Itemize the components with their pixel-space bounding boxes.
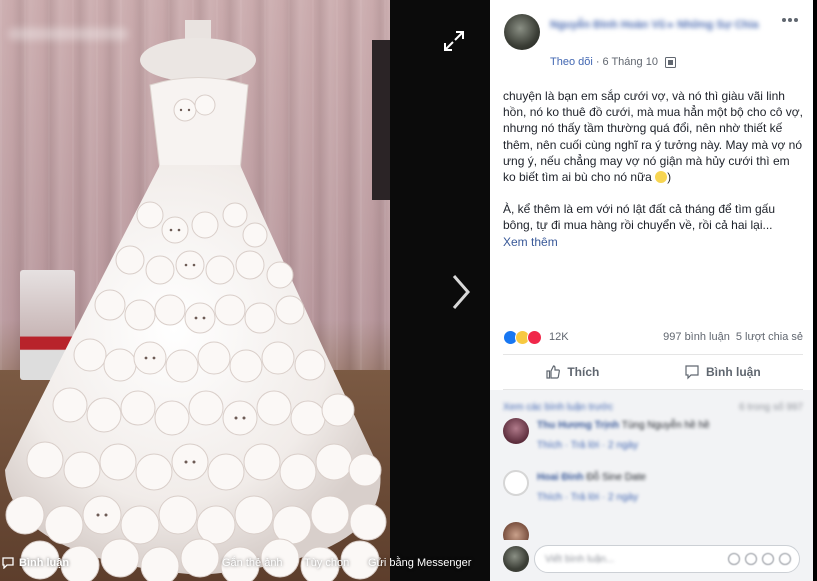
comment-item: Hoai Đinh Đỗ Sine Date Thích · Trả lời ·…	[503, 470, 803, 512]
comment-input-icons	[728, 553, 791, 565]
thumbs-up-icon	[546, 365, 561, 379]
photo[interactable]	[0, 0, 390, 581]
write-comment-bar: Viết bình luận...	[490, 540, 813, 581]
commenter-avatar[interactable]	[503, 470, 529, 496]
meta-separator: ·	[595, 56, 600, 68]
comment-links: Thích · Trả lời · 2 ngày	[537, 440, 639, 451]
current-user-avatar	[503, 546, 529, 572]
follow-link[interactable]: Theo dõi	[550, 56, 593, 68]
comment-bubble: Thu Hương Trịnh Tùng Nguyễn hề hề	[537, 420, 710, 431]
sticker-icon[interactable]	[779, 553, 791, 565]
comment-like-link[interactable]: Thích	[537, 492, 562, 503]
more-options-icon[interactable]	[781, 16, 799, 24]
comment-icon	[2, 557, 14, 569]
comment-time[interactable]: 2 ngày	[608, 440, 638, 451]
author-avatar[interactable]	[504, 14, 540, 50]
reaction-icons[interactable]	[503, 329, 542, 345]
like-label: Thích	[567, 365, 600, 379]
comment-button[interactable]: Bình luận	[684, 364, 761, 380]
wedding-dress-image	[5, 20, 390, 581]
love-reaction-icon	[527, 329, 542, 345]
post-paragraph-1: chuyện là bạn em sắp cưới vợ, và nó thì …	[503, 89, 803, 185]
comment-time[interactable]: 2 ngày	[608, 492, 638, 503]
post-paragraph-2: À, kể thêm là em với nó lật đất cả tháng…	[503, 202, 776, 233]
scrollbar[interactable]	[813, 0, 817, 581]
commenter-name[interactable]: Thu Hương Trịnh	[537, 420, 619, 431]
post-text: chuyện là bạn em sắp cưới vợ, và nó thì …	[503, 88, 803, 250]
viewer-comment-label: Bình luận	[19, 557, 70, 569]
audience-icon	[664, 56, 676, 68]
like-button[interactable]: Thích	[545, 364, 599, 380]
emoji-icon[interactable]	[728, 553, 740, 565]
next-arrow-icon[interactable]	[446, 270, 476, 314]
comment-like-link[interactable]: Thích	[537, 440, 562, 451]
comment-bubble-icon	[685, 365, 699, 380]
post-meta: Theo dõi · 6 Tháng 10	[550, 56, 676, 68]
expand-icon[interactable]	[443, 30, 465, 52]
comment-item: Thu Hương Trịnh Tùng Nguyễn hề hề Thích …	[503, 418, 803, 460]
gif-icon[interactable]	[762, 553, 774, 565]
post-actions: Thích Bình luận	[503, 354, 803, 390]
camera-icon[interactable]	[745, 553, 757, 565]
comment-input-placeholder: Viết bình luận...	[545, 554, 615, 565]
reaction-count[interactable]: 12K	[549, 331, 569, 343]
tag-photo-button[interactable]: Gắn thẻ ảnh	[222, 557, 283, 569]
post-date[interactable]: 6 Tháng 10	[602, 56, 657, 68]
comment-text: Đỗ Sine Date	[586, 472, 646, 483]
comment-links: Thích · Trả lời · 2 ngày	[537, 492, 639, 503]
comment-text: Tùng Nguyễn hề hề	[621, 420, 710, 431]
comment-bubble: Hoai Đinh Đỗ Sine Date	[537, 472, 646, 483]
previous-comments-link[interactable]: Xem các bình luận trước	[503, 402, 613, 413]
commenter-name[interactable]: Hoai Đinh	[537, 472, 584, 483]
viewer-bottom-bar: Bình luận Gắn thẻ ảnh Tùy chọn Gửi bằng …	[0, 541, 490, 581]
comment-reply-link[interactable]: Trả lời	[571, 492, 599, 503]
reactions-bar: 12K 997 bình luận 5 lượt chia sẻ	[503, 328, 803, 346]
post-panel: Nguyễn Đình Hoàn Vũ ▸ Những Sự Chia Theo…	[490, 0, 813, 581]
comment-reply-link[interactable]: Trả lời	[571, 440, 599, 451]
share-count[interactable]: 5 lượt chia sẻ	[736, 331, 803, 343]
viewer-comment-button[interactable]: Bình luận	[2, 557, 69, 569]
blurred-caption	[8, 28, 128, 40]
post-header: Nguyễn Đình Hoàn Vũ ▸ Những Sự Chia Theo…	[490, 0, 813, 78]
see-more-link[interactable]: Xem thêm	[503, 234, 803, 250]
author-name[interactable]: Nguyễn Đình Hoàn Vũ ▸ Những Sự Chia	[550, 18, 770, 32]
comment-label: Bình luận	[705, 365, 761, 379]
options-button[interactable]: Tùy chọn	[304, 557, 349, 569]
comment-input[interactable]: Viết bình luận...	[534, 545, 800, 573]
previous-comments-count: 6 trong số 997	[739, 402, 803, 413]
comment-count[interactable]: 997 bình luận	[663, 331, 730, 343]
smile-emoji-icon	[655, 171, 668, 184]
send-messenger-button[interactable]: Gửi bằng Messenger	[368, 557, 471, 569]
commenter-avatar[interactable]	[503, 418, 529, 444]
photo-viewer: Bình luận Gắn thẻ ảnh Tùy chọn Gửi bằng …	[0, 0, 490, 581]
previous-comments-row: Xem các bình luận trước 6 trong số 997	[503, 402, 803, 413]
